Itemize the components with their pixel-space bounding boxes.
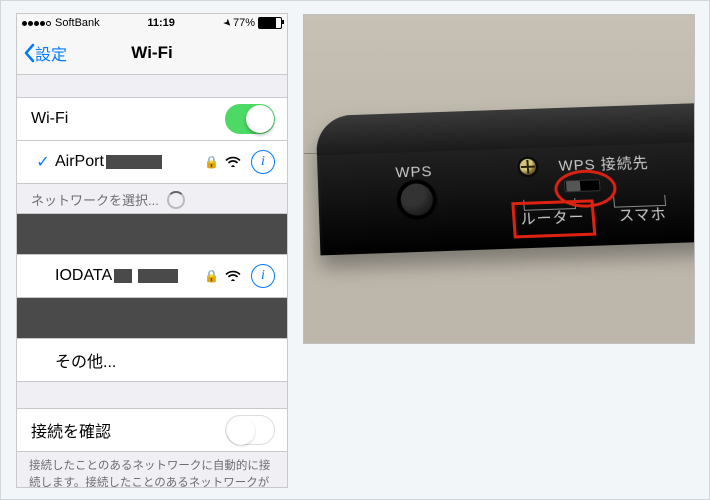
network-row-iodata[interactable]: IODATA 🔒 i: [17, 255, 287, 298]
wifi-icon: [225, 154, 241, 170]
info-icon[interactable]: i: [251, 150, 275, 174]
ios-settings-screenshot: SoftBank 11:19 ➤ 77% 設定 Wi-Fi Wi-Fi ✓ Ai…: [16, 13, 288, 488]
status-bar: SoftBank 11:19 ➤ 77%: [17, 14, 287, 32]
lock-icon: 🔒: [204, 269, 219, 283]
network-row-redacted-1[interactable]: [17, 213, 287, 255]
wifi-icon: [225, 268, 241, 284]
router-body: WPS WPS 接続先 ルーター スマホ: [316, 102, 695, 255]
wifi-switch[interactable]: [225, 104, 275, 134]
nav-bar: 設定 Wi-Fi: [17, 32, 287, 75]
clock: 11:19: [100, 17, 223, 29]
checkmark-icon: ✓: [31, 152, 55, 172]
screw-icon: [516, 156, 539, 178]
carrier-label: SoftBank: [55, 17, 100, 29]
network-name: IODATA: [55, 267, 204, 285]
mode-phone-label: スマホ: [618, 203, 668, 226]
wifi-toggle-label: Wi-Fi: [31, 110, 225, 128]
ask-switch[interactable]: [225, 415, 275, 445]
battery-icon: [258, 17, 282, 29]
battery-percent: 77%: [233, 17, 255, 29]
wps-label: WPS: [395, 163, 433, 181]
ask-footer-note: 接続したことのあるネットワークに自動的に接続します。接続したことのあるネットワー…: [17, 452, 287, 488]
back-button[interactable]: 設定: [17, 41, 67, 65]
router-photo: WPS WPS 接続先 ルーター スマホ: [303, 14, 695, 344]
signal-dots-icon: [22, 21, 51, 26]
connected-network-row[interactable]: ✓ AirPort 🔒 i: [17, 141, 287, 184]
choose-network-header: ネットワークを選択...: [17, 184, 287, 213]
chevron-left-icon: [23, 43, 35, 63]
ask-label: 接続を確認: [31, 418, 225, 442]
wifi-toggle-row[interactable]: Wi-Fi: [17, 97, 287, 141]
back-label: 設定: [35, 41, 67, 65]
wps-button[interactable]: [400, 183, 434, 216]
other-label: その他...: [55, 348, 275, 372]
ask-to-join-row[interactable]: 接続を確認: [17, 408, 287, 452]
spinner-icon: [167, 191, 185, 209]
network-row-redacted-2[interactable]: [17, 298, 287, 339]
other-network-row[interactable]: その他...: [17, 339, 287, 382]
info-icon[interactable]: i: [251, 264, 275, 288]
connected-network-name: AirPort: [55, 153, 204, 171]
lock-icon: 🔒: [204, 155, 219, 169]
annotation-rect: [511, 199, 596, 238]
